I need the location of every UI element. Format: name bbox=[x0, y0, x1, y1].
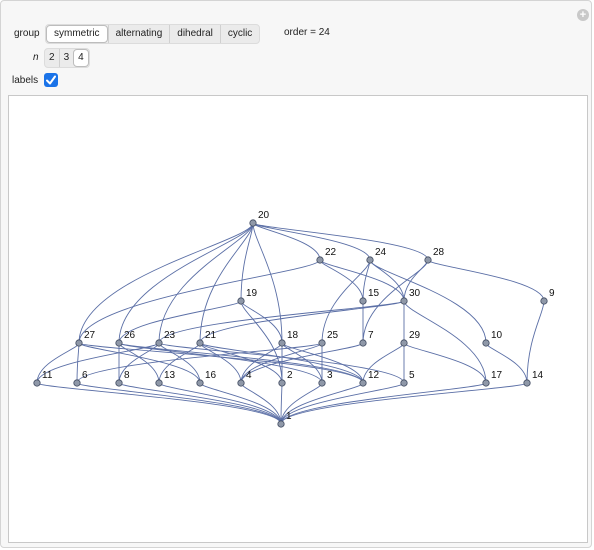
graph-vertex bbox=[277, 420, 285, 428]
vertex-label: 29 bbox=[409, 330, 421, 341]
graph-vertex bbox=[115, 379, 123, 387]
graph-vertex bbox=[366, 256, 374, 264]
vertex-label: 18 bbox=[287, 330, 299, 341]
graph-edge bbox=[76, 342, 80, 384]
group-option-cyclic[interactable]: cyclic bbox=[219, 25, 259, 43]
vertex-label: 15 bbox=[368, 288, 380, 299]
lattice-graph: 2022 24 2819 15 30 927 26 23 21 18 25 7 29 1011 6 8 13 16… bbox=[33, 210, 555, 428]
vertex-label: 6 bbox=[82, 370, 88, 381]
group-option-alternating[interactable]: alternating bbox=[107, 25, 170, 43]
graph-vertex bbox=[75, 339, 83, 347]
graph-edge bbox=[369, 259, 487, 344]
vertex-label: 27 bbox=[84, 330, 96, 341]
graph-edge bbox=[240, 342, 364, 384]
vertex-label: 2 bbox=[287, 370, 293, 381]
graph-vertex bbox=[33, 379, 41, 387]
graph-edge bbox=[252, 222, 371, 261]
vertex-label: 12 bbox=[368, 370, 380, 381]
vertex-label: 30 bbox=[409, 288, 421, 299]
labels-checkbox[interactable] bbox=[44, 73, 58, 87]
graph-edge bbox=[78, 259, 321, 344]
graph-vertex bbox=[196, 339, 204, 347]
manipulate-panel: + group symmetric alternating dihedral c… bbox=[0, 0, 592, 548]
graph-edge bbox=[427, 259, 545, 302]
graph-vertex bbox=[316, 256, 324, 264]
graph-vertex bbox=[482, 339, 490, 347]
vertex-label: 26 bbox=[124, 330, 136, 341]
vertex-label: 7 bbox=[368, 330, 374, 341]
vertex-label: 1 bbox=[286, 411, 292, 422]
vertex-label: 22 bbox=[325, 247, 337, 258]
vertex-label: 14 bbox=[532, 370, 544, 381]
graph-vertex bbox=[249, 219, 257, 227]
n-label: n bbox=[33, 52, 39, 63]
graph-vertex bbox=[237, 379, 245, 387]
labels-label: labels bbox=[12, 75, 39, 86]
graph-vertex bbox=[115, 339, 123, 347]
graph-vertex bbox=[540, 297, 548, 305]
vertex-label: 8 bbox=[124, 370, 130, 381]
graph-edge bbox=[158, 222, 254, 344]
order-readout: order = 24 bbox=[284, 27, 330, 38]
n-option-4[interactable]: 4 bbox=[73, 49, 89, 67]
graph-vertex bbox=[359, 379, 367, 387]
vertex-label: 25 bbox=[327, 330, 339, 341]
vertex-label: 4 bbox=[246, 370, 252, 381]
n-option-2[interactable]: 2 bbox=[45, 49, 59, 67]
vertex-label: 16 bbox=[205, 370, 217, 381]
graph-vertex bbox=[155, 379, 163, 387]
vertex-label: 3 bbox=[327, 370, 333, 381]
vertex-label: 10 bbox=[491, 330, 503, 341]
graph-vertex bbox=[196, 379, 204, 387]
vertex-label: 11 bbox=[42, 370, 53, 381]
graph-vertex bbox=[523, 379, 531, 387]
n-selector: 2 3 4 bbox=[44, 48, 90, 68]
checkmark-icon bbox=[46, 75, 56, 85]
vertex-label: 17 bbox=[491, 370, 503, 381]
vertex-label: 21 bbox=[205, 330, 217, 341]
group-label: group bbox=[14, 28, 40, 39]
vertex-label: 5 bbox=[409, 370, 415, 381]
graph-vertex bbox=[278, 339, 286, 347]
graph-vertex bbox=[359, 339, 367, 347]
graph-vertex bbox=[359, 297, 367, 305]
graph-vertex bbox=[318, 339, 326, 347]
graph-canvas: 20 22 24 28 19 15 30 9 27 26 23 21 18 25 7 29 10 11 6 8 13 16… bbox=[8, 95, 588, 543]
graph-edge bbox=[252, 222, 429, 261]
graph-vertex bbox=[237, 297, 245, 305]
n-option-3[interactable]: 3 bbox=[58, 49, 74, 67]
vertex-label: 24 bbox=[375, 247, 387, 258]
graph-edge bbox=[78, 342, 364, 384]
graph-edge bbox=[118, 222, 254, 344]
graph-edge bbox=[403, 342, 487, 384]
graph-edge bbox=[118, 300, 242, 344]
graph-vertex bbox=[278, 379, 286, 387]
vertex-label: 13 bbox=[164, 370, 176, 381]
group-selector: symmetric alternating dihedral cyclic bbox=[45, 24, 261, 44]
vertex-label: 9 bbox=[549, 288, 555, 299]
group-option-dihedral[interactable]: dihedral bbox=[169, 25, 220, 43]
graph-vertex bbox=[400, 379, 408, 387]
vertex-label: 23 bbox=[164, 330, 176, 341]
vertex-label: 28 bbox=[433, 247, 445, 258]
graph-edge bbox=[403, 300, 487, 384]
graph-vertex bbox=[400, 339, 408, 347]
graph-vertex bbox=[73, 379, 81, 387]
vertex-label: 20 bbox=[258, 210, 270, 221]
graph-vertex bbox=[318, 379, 326, 387]
graph-vertex bbox=[155, 339, 163, 347]
graph-vertex bbox=[424, 256, 432, 264]
graph-vertex bbox=[400, 297, 408, 305]
plus-icon[interactable]: + bbox=[577, 9, 589, 21]
vertex-label: 19 bbox=[246, 288, 258, 299]
graph-vertex bbox=[482, 379, 490, 387]
group-option-symmetric[interactable]: symmetric bbox=[46, 25, 108, 43]
